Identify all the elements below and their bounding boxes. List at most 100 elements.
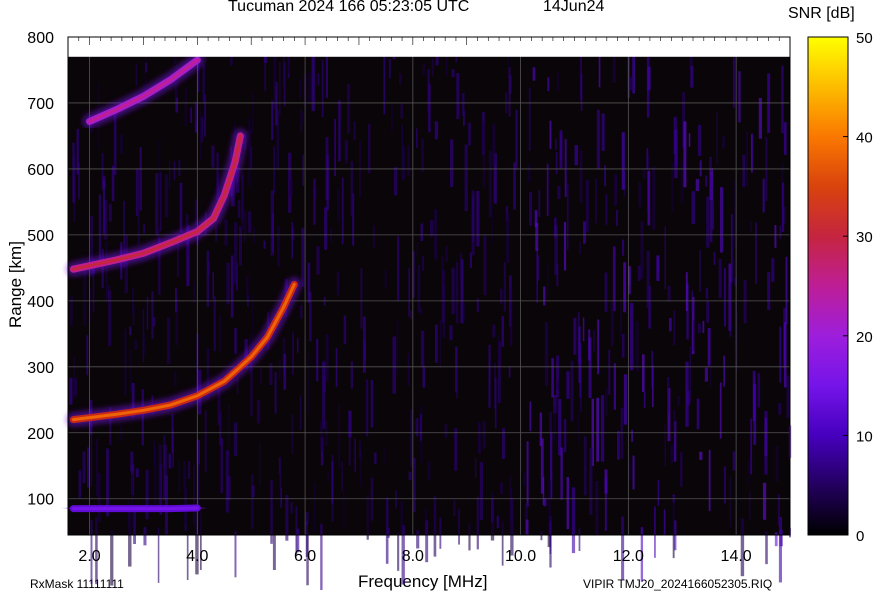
noise-streak [642, 168, 646, 179]
noise-streak [600, 395, 605, 462]
noise-streak [454, 428, 458, 471]
noise-streak [412, 464, 416, 494]
noise-streak [384, 269, 388, 289]
noise-streak [614, 174, 618, 206]
noise-streak [705, 287, 709, 299]
noise-streak [738, 71, 741, 123]
noise-streak [579, 150, 583, 203]
noise-streak [707, 327, 711, 366]
noise-streak [604, 165, 606, 187]
noise-streak [341, 177, 344, 245]
noise-streak [407, 353, 410, 387]
noise-streak [331, 461, 334, 504]
noise-streak [290, 502, 293, 514]
noise-streak [628, 77, 632, 91]
noise-streak [781, 182, 785, 232]
noise-streak [444, 423, 448, 438]
noise-streak [166, 317, 171, 365]
noise-streak [190, 107, 193, 123]
colorbar-tick-label: 0 [856, 528, 864, 545]
noise-streak [563, 419, 567, 453]
x-tick-label: 2.0 [78, 548, 100, 565]
noise-streak [203, 94, 207, 137]
noise-streak [316, 339, 319, 382]
noise-streak [656, 258, 660, 273]
colorbar-tick-label: 20 [856, 329, 873, 346]
noise-streak [583, 436, 587, 496]
noise-streak [307, 262, 311, 303]
noise-streak [571, 487, 576, 554]
noise-streak [674, 129, 678, 179]
noise-streak [327, 471, 330, 482]
noise-streak [501, 521, 504, 566]
noise-streak [783, 322, 787, 388]
noise-streak [395, 490, 398, 509]
noise-streak [234, 531, 237, 578]
noise-streak [274, 371, 277, 414]
noise-streak [482, 420, 486, 449]
noise-streak [492, 324, 496, 338]
noise-streak [317, 73, 320, 86]
x-tick-label: 10.0 [505, 548, 536, 565]
noise-streak [433, 503, 436, 534]
noise-streak [566, 371, 570, 399]
noise-streak [532, 67, 536, 81]
noise-streak [313, 178, 316, 225]
noise-streak [451, 267, 455, 315]
noise-streak [365, 379, 369, 437]
noise-streak [589, 448, 593, 515]
noise-streak [566, 184, 569, 251]
noise-streak [460, 252, 463, 282]
noise-streak [344, 139, 349, 164]
noise-streak [699, 451, 703, 460]
noise-streak [162, 435, 166, 468]
noise-streak [135, 468, 139, 478]
noise-streak [236, 377, 239, 394]
ionogram-chart: 2.0 4.0 6.0 8.0 10.0 12.0 14.01002003004005006… [27, 30, 873, 590]
noise-streak [732, 451, 736, 471]
noise-streak [613, 363, 617, 410]
noise-streak [299, 396, 302, 430]
colorbar-tick-label: 30 [856, 229, 873, 246]
noise-streak [783, 122, 787, 155]
noise-streak [574, 145, 579, 166]
noise-streak [496, 515, 500, 529]
noise-streak [762, 178, 765, 213]
noise-streak [398, 73, 402, 85]
noise-streak [604, 272, 608, 313]
noise-streak [78, 470, 82, 498]
noise-streak [402, 145, 406, 181]
noise-streak [142, 309, 145, 363]
noise-streak [718, 259, 722, 298]
noise-streak [646, 57, 650, 118]
noise-streak [219, 314, 222, 353]
noise-streak [275, 82, 278, 126]
noise-streak [159, 172, 162, 232]
noise-streak [393, 167, 398, 196]
noise-streak [623, 374, 627, 425]
noise-streak [158, 444, 162, 510]
noise-streak [137, 201, 140, 246]
noise-streak [179, 182, 183, 233]
noise-streak [324, 207, 328, 250]
noise-streak [452, 500, 456, 517]
noise-streak [757, 373, 761, 408]
noise-streak [608, 349, 611, 395]
noise-streak [422, 366, 426, 388]
noise-streak [451, 69, 455, 78]
noise-streak [750, 221, 752, 233]
noise-streak [72, 142, 75, 203]
noise-streak [553, 406, 556, 442]
noise-streak [621, 333, 625, 358]
noise-streak [750, 418, 753, 475]
noise-streak [272, 534, 276, 571]
noise-streak [206, 250, 210, 307]
noise-streak [539, 412, 543, 447]
noise-streak [786, 375, 790, 419]
noise-streak [105, 241, 108, 302]
noise-streak [417, 264, 421, 313]
noise-streak [258, 441, 261, 486]
noise-streak [392, 336, 396, 394]
noise-streak [69, 377, 73, 405]
noise-streak [273, 145, 276, 194]
